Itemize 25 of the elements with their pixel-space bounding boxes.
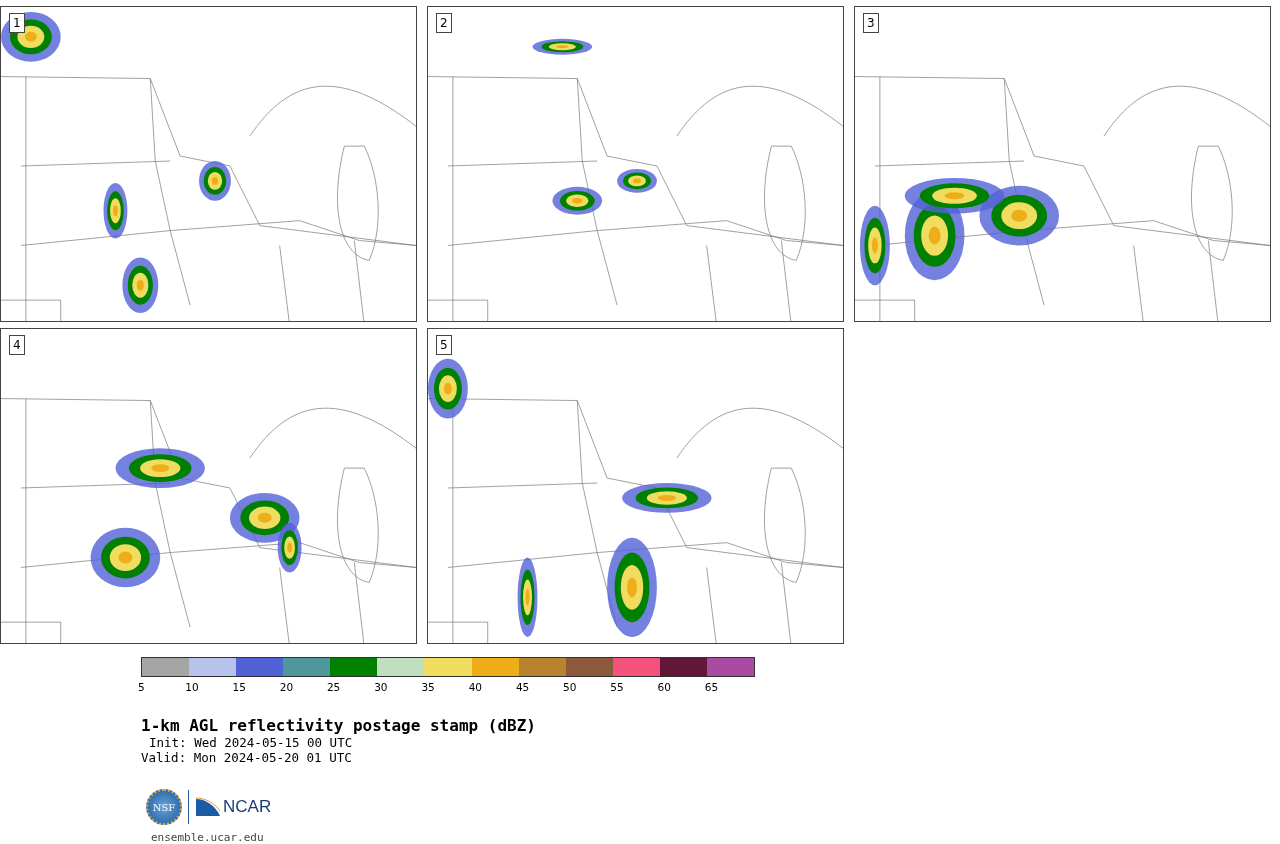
tick-label: 45	[515, 680, 531, 691]
website-url: ensemble.ucar.edu	[151, 831, 265, 844]
panel-number: 3	[863, 13, 879, 33]
init-time: Init: Wed 2024-05-15 00 UTC	[148, 735, 354, 750]
tick-label: 5	[138, 680, 146, 691]
swoosh-icon	[195, 797, 221, 817]
tick-label: 20	[279, 680, 295, 691]
panel-number: 1	[9, 13, 25, 33]
tick-label: 50	[563, 680, 578, 691]
plot-title: 1-km AGL reflectivity postage stamp (dBZ)	[141, 717, 537, 735]
ncar-logo: NCAR	[223, 797, 272, 817]
tick-label: 65	[704, 680, 720, 691]
valid-time: Valid: Mon 2024-05-20 01 UTC	[141, 750, 353, 765]
tick-label: 60	[657, 680, 672, 691]
panel-number: 5	[436, 335, 452, 355]
panel-number: 4	[9, 335, 25, 355]
tick-label: 10	[185, 680, 200, 691]
tick-label: 15	[232, 680, 247, 691]
tick-label: 25	[326, 680, 342, 691]
panel-number: 2	[436, 13, 452, 33]
tick-label: 40	[468, 680, 483, 691]
nsf-logo: NSF	[146, 789, 182, 825]
tick-label: 30	[374, 680, 389, 691]
tick-label: 55	[610, 680, 625, 691]
tick-label: 35	[421, 680, 436, 691]
